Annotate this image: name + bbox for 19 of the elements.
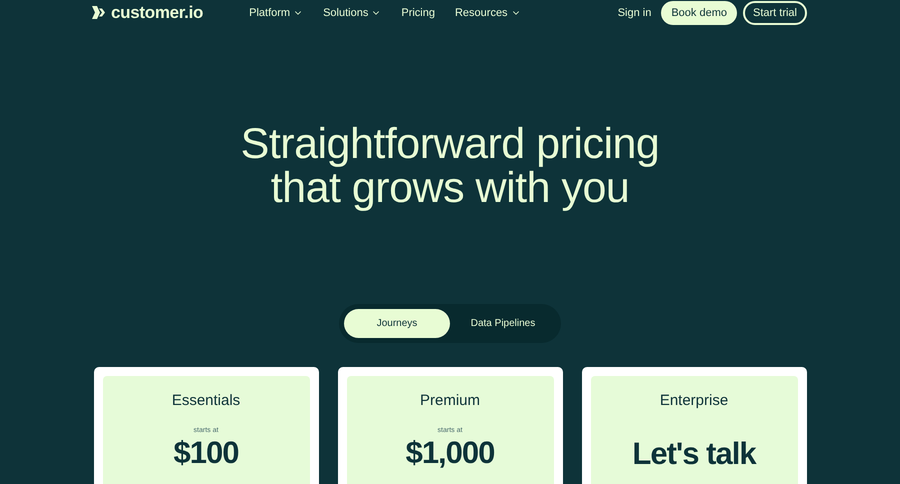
- hero-heading: that grows with you: [270, 166, 630, 210]
- logo-text: customer.io: [111, 2, 204, 24]
- plan-price: $1,000: [406, 436, 494, 468]
- sign-in-link[interactable]: Sign in: [618, 4, 652, 21]
- plan-price: $100: [174, 436, 238, 468]
- hero-heading: Straightforward pricing: [240, 122, 660, 166]
- plan-name: Premium: [420, 390, 480, 410]
- plan-name: Essentials: [172, 390, 240, 410]
- plan-name: Enterprise: [660, 390, 728, 410]
- nav-link[interactable]: Resources: [454, 4, 521, 21]
- start-trial-button[interactable]: Start trial: [742, 0, 807, 25]
- logo-icon: [92, 6, 105, 20]
- plan-tab[interactable]: Data Pipelines: [450, 308, 556, 338]
- plan-tab[interactable]: Journeys: [344, 308, 450, 338]
- nav-link[interactable]: Platform: [249, 4, 304, 21]
- plan-price: Let's talk: [632, 438, 756, 470]
- nav-link[interactable]: Pricing: [401, 4, 435, 21]
- nav-link[interactable]: Solutions: [323, 4, 382, 21]
- book-demo-button[interactable]: Book demo: [661, 0, 737, 25]
